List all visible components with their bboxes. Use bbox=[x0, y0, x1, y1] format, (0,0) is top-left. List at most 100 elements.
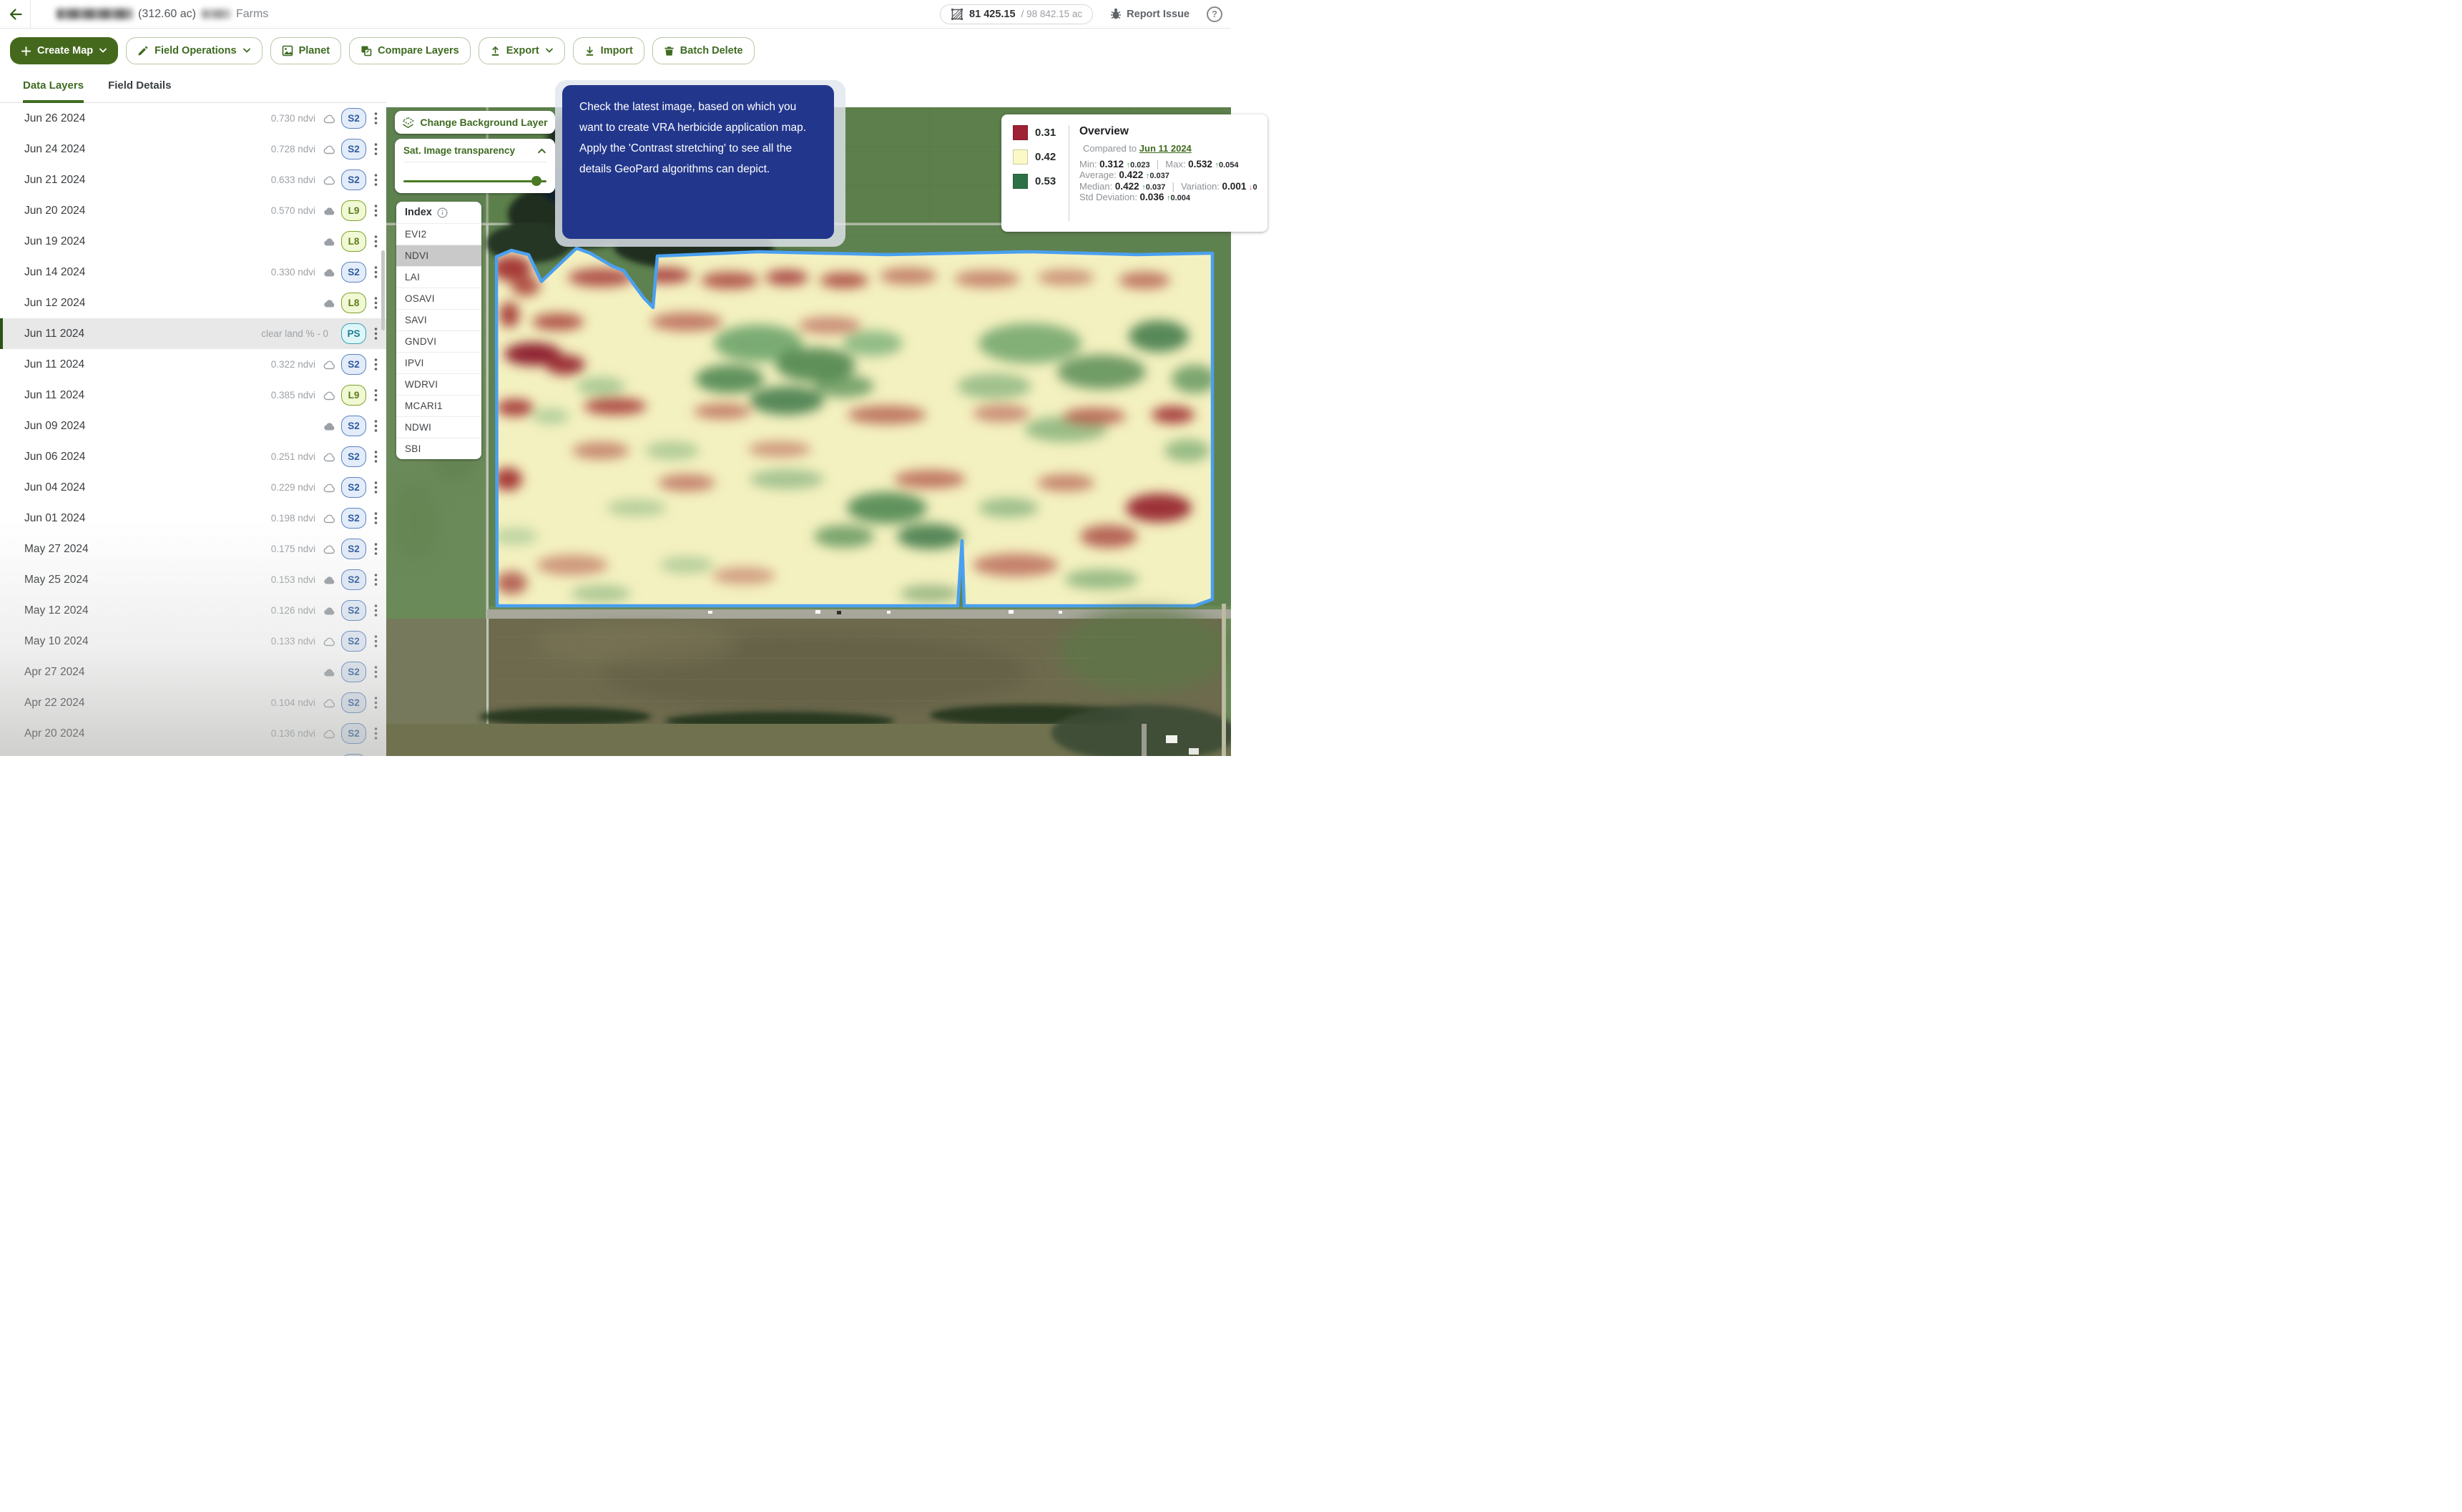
import-button[interactable]: Import bbox=[573, 37, 644, 64]
satellite-badge: L8 bbox=[341, 293, 366, 313]
batch-delete-button[interactable]: Batch Delete bbox=[652, 37, 755, 64]
layer-menu-button[interactable] bbox=[373, 664, 379, 680]
index-item-gndvi[interactable]: GNDVI bbox=[396, 330, 481, 352]
layer-menu-button[interactable] bbox=[373, 264, 379, 280]
layer-row[interactable]: Jun 21 20240.633 ndviS2 bbox=[0, 165, 386, 195]
area-usage-badge[interactable]: 81 425.15 / 98 842.15 ac bbox=[940, 4, 1093, 24]
satellite-badge: S2 bbox=[341, 754, 366, 756]
layer-menu-button[interactable] bbox=[373, 233, 379, 250]
cloud-outline-icon bbox=[322, 728, 335, 739]
transparency-header[interactable]: Sat. Image transparency bbox=[403, 145, 546, 162]
layer-date: May 27 2024 bbox=[24, 543, 89, 556]
satellite-badge: S2 bbox=[341, 262, 366, 283]
layer-menu-button[interactable] bbox=[373, 202, 379, 219]
index-item-wdrvi[interactable]: WDRVI bbox=[396, 373, 481, 395]
compare-layers-button[interactable]: Compare Layers bbox=[349, 37, 471, 64]
back-button[interactable] bbox=[0, 0, 30, 29]
layer-row[interactable]: Jun 06 20240.251 ndviS2 bbox=[0, 441, 386, 472]
sidebar-tabs: Data Layers Field Details bbox=[0, 69, 386, 103]
layer-row[interactable]: Apr 27 2024S2 bbox=[0, 657, 386, 687]
info-icon[interactable] bbox=[437, 207, 448, 218]
layer-row[interactable]: Apr 17 20240.129 ndviS2 bbox=[0, 749, 386, 756]
index-item-ipvi[interactable]: IPVI bbox=[396, 352, 481, 373]
index-items: EVI2NDVILAIOSAVISAVIGNDVIIPVIWDRVIMCARI1… bbox=[396, 223, 481, 459]
layer-menu-button[interactable] bbox=[373, 479, 379, 496]
slider-thumb[interactable] bbox=[531, 176, 541, 186]
layer-menu-button[interactable] bbox=[373, 510, 379, 526]
layer-row[interactable]: Jun 11 20240.385 ndviL9 bbox=[0, 380, 386, 411]
layer-menu-button[interactable] bbox=[373, 571, 379, 588]
layer-menu-button[interactable] bbox=[373, 141, 379, 157]
layer-menu-button[interactable] bbox=[373, 448, 379, 465]
layer-row[interactable]: Jun 12 2024L8 bbox=[0, 288, 386, 318]
layer-row[interactable]: Jun 09 2024S2 bbox=[0, 411, 386, 441]
layer-row[interactable]: Jun 19 2024L8 bbox=[0, 226, 386, 257]
layer-menu-button[interactable] bbox=[373, 295, 379, 311]
index-item-ndwi[interactable]: NDWI bbox=[396, 416, 481, 438]
layer-date: Jun 21 2024 bbox=[24, 174, 85, 187]
field-operations-button[interactable]: Field Operations bbox=[126, 37, 262, 64]
slider-track bbox=[403, 180, 546, 182]
layer-row[interactable]: Jun 04 20240.229 ndviS2 bbox=[0, 472, 386, 503]
change-background-layer-button[interactable]: Change Background Layer bbox=[395, 111, 555, 134]
layer-row[interactable]: Apr 20 20240.136 ndviS2 bbox=[0, 718, 386, 749]
layer-row[interactable]: Jun 20 20240.570 ndviL9 bbox=[0, 195, 386, 226]
planet-button[interactable]: Planet bbox=[270, 37, 342, 64]
layer-value: 0.126 ndvi bbox=[271, 605, 315, 616]
index-item-mcari1[interactable]: MCARI1 bbox=[396, 395, 481, 416]
compared-date-link[interactable]: Jun 11 2024 bbox=[1139, 143, 1192, 154]
list-scrollbar[interactable] bbox=[381, 250, 385, 330]
onboarding-tooltip: Check the latest image, based on which y… bbox=[562, 85, 834, 239]
layer-row[interactable]: May 25 20240.153 ndviS2 bbox=[0, 564, 386, 595]
layer-date: Jun 11 2024 bbox=[24, 328, 84, 340]
layer-menu-button[interactable] bbox=[373, 387, 379, 403]
index-item-sbi[interactable]: SBI bbox=[396, 438, 481, 459]
layer-row[interactable]: Jun 14 20240.330 ndviS2 bbox=[0, 257, 386, 288]
layer-row[interactable]: Jun 26 20240.730 ndviS2 bbox=[0, 103, 386, 134]
transparency-slider[interactable] bbox=[403, 176, 546, 186]
index-item-ndvi[interactable]: NDVI bbox=[396, 245, 481, 266]
layer-row[interactable]: Jun 24 20240.728 ndviS2 bbox=[0, 134, 386, 165]
layer-row[interactable]: May 27 20240.175 ndviS2 bbox=[0, 534, 386, 564]
index-item-savi[interactable]: SAVI bbox=[396, 309, 481, 330]
layer-menu-button[interactable] bbox=[373, 725, 379, 742]
report-issue-button[interactable]: Report Issue bbox=[1110, 8, 1190, 20]
layer-value: clear land % - 0 bbox=[261, 328, 328, 339]
layer-row[interactable]: Jun 11 2024clear land % - 0PS bbox=[0, 318, 386, 349]
layer-row[interactable]: May 10 20240.133 ndviS2 bbox=[0, 626, 386, 657]
layer-menu-button[interactable] bbox=[373, 356, 379, 373]
layer-menu-button[interactable] bbox=[373, 602, 379, 619]
layer-row[interactable]: Jun 11 20240.322 ndviS2 bbox=[0, 349, 386, 380]
stat-separator: | bbox=[1172, 180, 1174, 192]
layer-menu-button[interactable] bbox=[373, 418, 379, 434]
index-item-lai[interactable]: LAI bbox=[396, 266, 481, 288]
cloud-outline-icon bbox=[322, 482, 335, 493]
report-issue-label: Report Issue bbox=[1127, 9, 1190, 20]
export-button[interactable]: Export bbox=[479, 37, 565, 64]
kebab-menu-icon bbox=[374, 481, 378, 494]
index-item-osavi[interactable]: OSAVI bbox=[396, 288, 481, 309]
farms-label: Farms bbox=[236, 8, 268, 21]
index-item-evi2[interactable]: EVI2 bbox=[396, 223, 481, 245]
layer-menu-button[interactable] bbox=[373, 172, 379, 188]
tab-data-layers[interactable]: Data Layers bbox=[23, 79, 84, 103]
layer-row[interactable]: May 12 20240.126 ndviS2 bbox=[0, 595, 386, 626]
layer-date: Jun 11 2024 bbox=[24, 358, 84, 371]
compared-to-line: Compared to Jun 11 2024 bbox=[1079, 143, 1257, 154]
layer-date: May 25 2024 bbox=[24, 574, 89, 586]
arrow-left-icon bbox=[8, 7, 22, 21]
layer-date: May 10 2024 bbox=[24, 635, 89, 648]
layer-menu-button[interactable] bbox=[373, 110, 379, 127]
tab-field-details[interactable]: Field Details bbox=[108, 79, 171, 103]
layer-menu-button[interactable] bbox=[373, 694, 379, 711]
masked-field-name bbox=[57, 9, 132, 19]
cloud-filled-icon bbox=[322, 205, 335, 216]
create-map-button[interactable]: Create Map bbox=[10, 37, 118, 64]
layer-row[interactable]: Jun 01 20240.198 ndviS2 bbox=[0, 503, 386, 534]
layer-menu-button[interactable] bbox=[373, 325, 379, 342]
layer-menu-button[interactable] bbox=[373, 541, 379, 557]
layer-menu-button[interactable] bbox=[373, 633, 379, 649]
help-button[interactable]: ? bbox=[1207, 6, 1222, 22]
layer-row[interactable]: Apr 22 20240.104 ndviS2 bbox=[0, 687, 386, 718]
kebab-menu-icon bbox=[374, 296, 378, 310]
